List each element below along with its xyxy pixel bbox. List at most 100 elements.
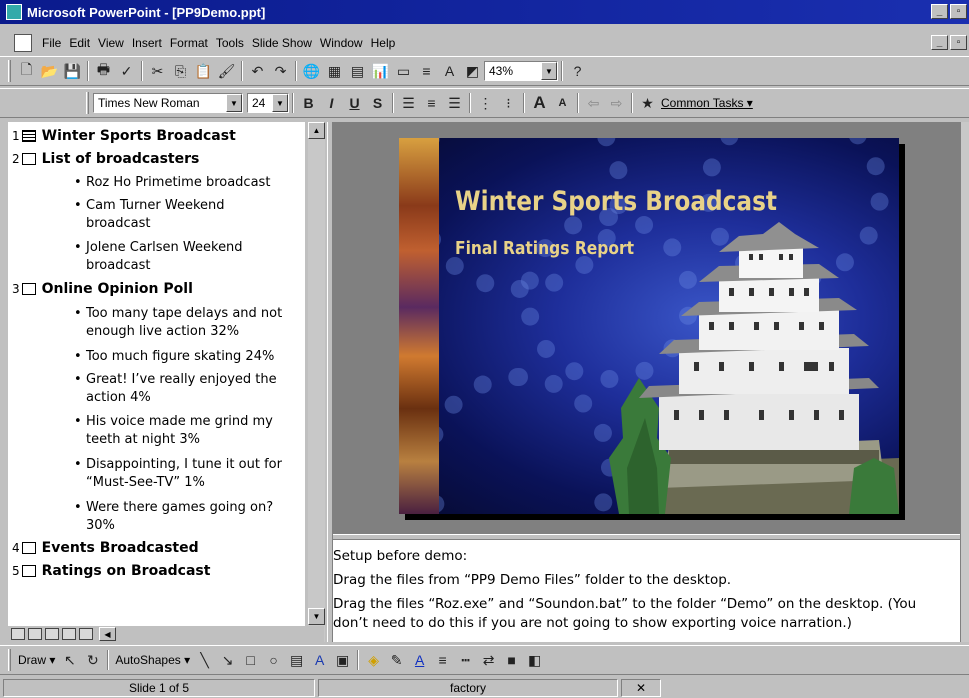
outline-bullet[interactable]: Great! I’ve really enjoyed the bbox=[74, 370, 277, 390]
outline-bullet-continuation[interactable]: teeth at night 3% bbox=[86, 432, 200, 447]
slide-view-icon[interactable] bbox=[45, 628, 59, 640]
slide-icon[interactable] bbox=[21, 153, 36, 165]
save-icon[interactable]: 💾 bbox=[61, 60, 84, 82]
toolbar-grip[interactable] bbox=[8, 649, 11, 671]
format-painter-icon[interactable]: 🖌 bbox=[215, 60, 238, 82]
notes-pane[interactable]: Setup before demo: Drag the files from “… bbox=[333, 540, 960, 642]
menu-window[interactable]: Window bbox=[316, 36, 367, 50]
chevron-down-icon[interactable]: ▼ bbox=[272, 94, 288, 112]
italic-button[interactable]: I bbox=[320, 92, 343, 114]
minimize-button[interactable]: _ bbox=[931, 4, 948, 19]
font-size-combo[interactable]: 24 ▼ bbox=[247, 93, 289, 113]
scroll-down-icon[interactable]: ▼ bbox=[308, 608, 325, 625]
arrow-style-icon[interactable]: ⇄ bbox=[477, 649, 500, 671]
paste-icon[interactable]: 📋 bbox=[192, 60, 215, 82]
menu-help[interactable]: Help bbox=[367, 36, 400, 50]
menu-slide-show[interactable]: Slide Show bbox=[248, 36, 316, 50]
menu-insert[interactable]: Insert bbox=[128, 36, 166, 50]
oval-icon[interactable]: ○ bbox=[262, 649, 285, 671]
outline-bullet[interactable]: Disappointing, I tune it out for bbox=[74, 455, 282, 475]
menu-edit[interactable]: Edit bbox=[65, 36, 94, 50]
outline-bullet[interactable]: Were there games going on? bbox=[74, 498, 273, 518]
powerpoint-app-icon[interactable] bbox=[6, 4, 22, 20]
dash-style-icon[interactable]: ┅ bbox=[454, 649, 477, 671]
animation-effects-icon[interactable]: ★ bbox=[636, 92, 659, 114]
menu-format[interactable]: Format bbox=[166, 36, 212, 50]
text-box-icon[interactable]: ▤ bbox=[285, 649, 308, 671]
doc-restore-button[interactable]: ▫ bbox=[950, 35, 967, 50]
outline-bullet[interactable]: Too many tape delays and not bbox=[74, 304, 282, 324]
outline-slide-4[interactable]: 4 Events Broadcasted bbox=[12, 540, 199, 556]
center-icon[interactable]: ≡ bbox=[420, 92, 443, 114]
outline-bullet-continuation[interactable]: broadcast bbox=[86, 258, 150, 273]
open-icon[interactable]: 📂 bbox=[38, 60, 61, 82]
numbering-icon[interactable]: ⋮ bbox=[474, 92, 497, 114]
free-rotate-icon[interactable]: ↻ bbox=[81, 649, 104, 671]
help-icon[interactable]: ? bbox=[566, 60, 589, 82]
outline-bullet-continuation[interactable]: 30% bbox=[86, 518, 115, 533]
undo-icon[interactable]: ↶ bbox=[246, 60, 269, 82]
grayscale-icon[interactable]: ◩ bbox=[461, 60, 484, 82]
outline-pane[interactable]: 1 Winter Sports Broadcast 2 List of broa… bbox=[8, 122, 305, 626]
maximize-button[interactable]: ▫ bbox=[950, 4, 967, 19]
slide-icon[interactable] bbox=[21, 565, 36, 577]
outline-scrollbar[interactable]: ▲ ▼ bbox=[308, 122, 325, 642]
line-style-icon[interactable]: ≡ bbox=[431, 649, 454, 671]
slide-show-icon[interactable] bbox=[79, 628, 93, 640]
outline-bullet[interactable]: Jolene Carlsen Weekend bbox=[74, 238, 243, 258]
show-formatting-icon[interactable]: A bbox=[438, 60, 461, 82]
document-icon[interactable] bbox=[14, 34, 32, 52]
increase-font-icon[interactable]: A bbox=[528, 92, 551, 114]
slide-icon[interactable] bbox=[21, 130, 36, 142]
clip-art-icon[interactable]: ▣ bbox=[331, 649, 354, 671]
line-icon[interactable]: ╲ bbox=[193, 649, 216, 671]
outline-bullet[interactable]: Too much figure skating 24% bbox=[74, 347, 274, 367]
align-right-icon[interactable]: ☰ bbox=[443, 92, 466, 114]
expand-all-icon[interactable]: ≡ bbox=[415, 60, 438, 82]
copy-icon[interactable]: ⎘ bbox=[169, 60, 192, 82]
menu-file[interactable]: File bbox=[38, 36, 65, 50]
common-tasks-button[interactable]: Common Tasks ▾ bbox=[661, 96, 753, 110]
outline-slide-1[interactable]: 1 Winter Sports Broadcast bbox=[12, 128, 236, 144]
print-icon[interactable]: 🖶 bbox=[92, 60, 115, 82]
wordart-icon[interactable]: A bbox=[308, 649, 331, 671]
outline-view-icon[interactable] bbox=[28, 628, 42, 640]
doc-minimize-button[interactable]: _ bbox=[931, 35, 948, 50]
menu-tools[interactable]: Tools bbox=[212, 36, 248, 50]
toolbar-grip[interactable] bbox=[8, 60, 11, 82]
shadow-icon[interactable]: ■ bbox=[500, 649, 523, 671]
outline-bullet-continuation[interactable]: enough live action 32% bbox=[86, 324, 239, 339]
outline-bullet-continuation[interactable]: “Must-See-TV” 1% bbox=[86, 475, 205, 490]
align-left-icon[interactable]: ☰ bbox=[397, 92, 420, 114]
main-scrollbar[interactable] bbox=[960, 122, 969, 642]
font-color-icon[interactable]: A bbox=[408, 649, 431, 671]
normal-view-icon[interactable] bbox=[11, 628, 25, 640]
bold-button[interactable]: B bbox=[297, 92, 320, 114]
new-icon[interactable]: 🗋 bbox=[15, 60, 38, 82]
slide-canvas[interactable]: Winter Sports Broadcast Final Ratings Re… bbox=[399, 138, 899, 514]
slide-title[interactable]: Winter Sports Broadcast bbox=[455, 186, 777, 217]
slide-sorter-view-icon[interactable] bbox=[62, 628, 76, 640]
font-name-combo[interactable]: Times New Roman ▼ bbox=[93, 93, 243, 113]
select-objects-icon[interactable]: ↖ bbox=[58, 649, 81, 671]
new-slide-icon[interactable]: ▭ bbox=[392, 60, 415, 82]
demote-icon[interactable]: ⇨ bbox=[605, 92, 628, 114]
outline-bullet-continuation[interactable]: action 4% bbox=[86, 390, 151, 405]
decrease-font-icon[interactable]: A bbox=[551, 92, 574, 114]
spelling-status-icon[interactable]: ✕ bbox=[621, 679, 661, 697]
hyperlink-icon[interactable]: 🌐 bbox=[300, 60, 323, 82]
rectangle-icon[interactable]: □ bbox=[239, 649, 262, 671]
chevron-down-icon[interactable]: ▼ bbox=[541, 62, 557, 80]
outline-slide-2[interactable]: 2 List of broadcasters bbox=[12, 151, 199, 167]
insert-chart-icon[interactable]: 📊 bbox=[369, 60, 392, 82]
slide-pane[interactable]: Winter Sports Broadcast Final Ratings Re… bbox=[333, 122, 960, 534]
outline-bullet[interactable]: Cam Turner Weekend bbox=[74, 196, 225, 216]
tables-borders-icon[interactable]: ▦ bbox=[323, 60, 346, 82]
redo-icon[interactable]: ↷ bbox=[269, 60, 292, 82]
line-color-icon[interactable]: ✎ bbox=[385, 649, 408, 671]
outline-slide-5[interactable]: 5 Ratings on Broadcast bbox=[12, 563, 210, 579]
underline-button[interactable]: U bbox=[343, 92, 366, 114]
outline-bullet[interactable]: His voice made me grind my bbox=[74, 412, 273, 432]
spelling-icon[interactable]: ✓ bbox=[115, 60, 138, 82]
3d-icon[interactable]: ◧ bbox=[523, 649, 546, 671]
